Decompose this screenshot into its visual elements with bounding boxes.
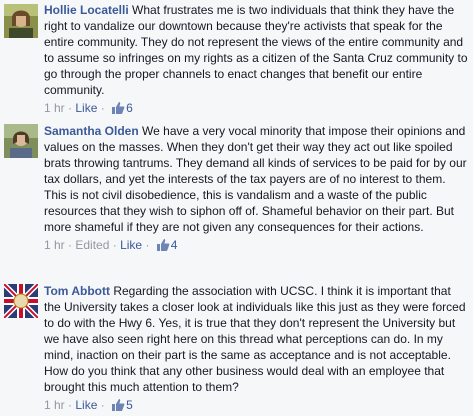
comment-meta: 1 hr · Edited · Like · 4 (44, 237, 469, 256)
meta-separator: · (68, 238, 73, 252)
like-button[interactable]: Like (75, 101, 97, 115)
comment-author[interactable]: Tom Abbott (44, 284, 110, 298)
comment-content: Hollie Locatelli What frustrates me is t… (44, 2, 469, 98)
like-count[interactable]: 4 (171, 238, 178, 252)
thumbs-up-icon[interactable] (111, 398, 125, 416)
avatar[interactable] (4, 4, 38, 38)
like-button[interactable]: Like (75, 398, 97, 412)
comment-text: What frustrates me is two individuals th… (44, 3, 468, 97)
like-count[interactable]: 5 (126, 398, 133, 412)
avatar[interactable] (4, 124, 38, 158)
comment-time[interactable]: 1 hr (44, 101, 65, 115)
comment-content: Tom Abbott Regarding the association wit… (44, 283, 469, 395)
like-count[interactable]: 6 (126, 101, 133, 115)
meta-separator: · (145, 238, 150, 252)
comment-text: We have a very vocal minority that impos… (44, 124, 467, 234)
comment-text: Regarding the association with UCSC. I t… (44, 284, 466, 394)
comment-meta: 1 hr · Like · 5 (44, 397, 469, 416)
meta-separator: · (100, 101, 105, 115)
meta-separator: · (100, 398, 105, 412)
thumbs-up-icon[interactable] (111, 101, 125, 119)
thumbs-up-icon[interactable] (156, 238, 170, 256)
meta-separator: · (112, 238, 117, 252)
comment-time[interactable]: 1 hr (44, 238, 65, 252)
edited-label[interactable]: Edited (75, 238, 109, 252)
comment-meta: 1 hr · Like · 6 (44, 100, 469, 119)
comment-time[interactable]: 1 hr (44, 398, 65, 412)
comment-content: Samantha Olden We have a very vocal mino… (44, 123, 469, 235)
meta-separator: · (68, 398, 73, 412)
avatar[interactable] (4, 284, 38, 318)
meta-separator: · (68, 101, 73, 115)
comment-author[interactable]: Hollie Locatelli (44, 3, 129, 17)
comment-author[interactable]: Samantha Olden (44, 124, 139, 138)
like-button[interactable]: Like (120, 238, 142, 252)
